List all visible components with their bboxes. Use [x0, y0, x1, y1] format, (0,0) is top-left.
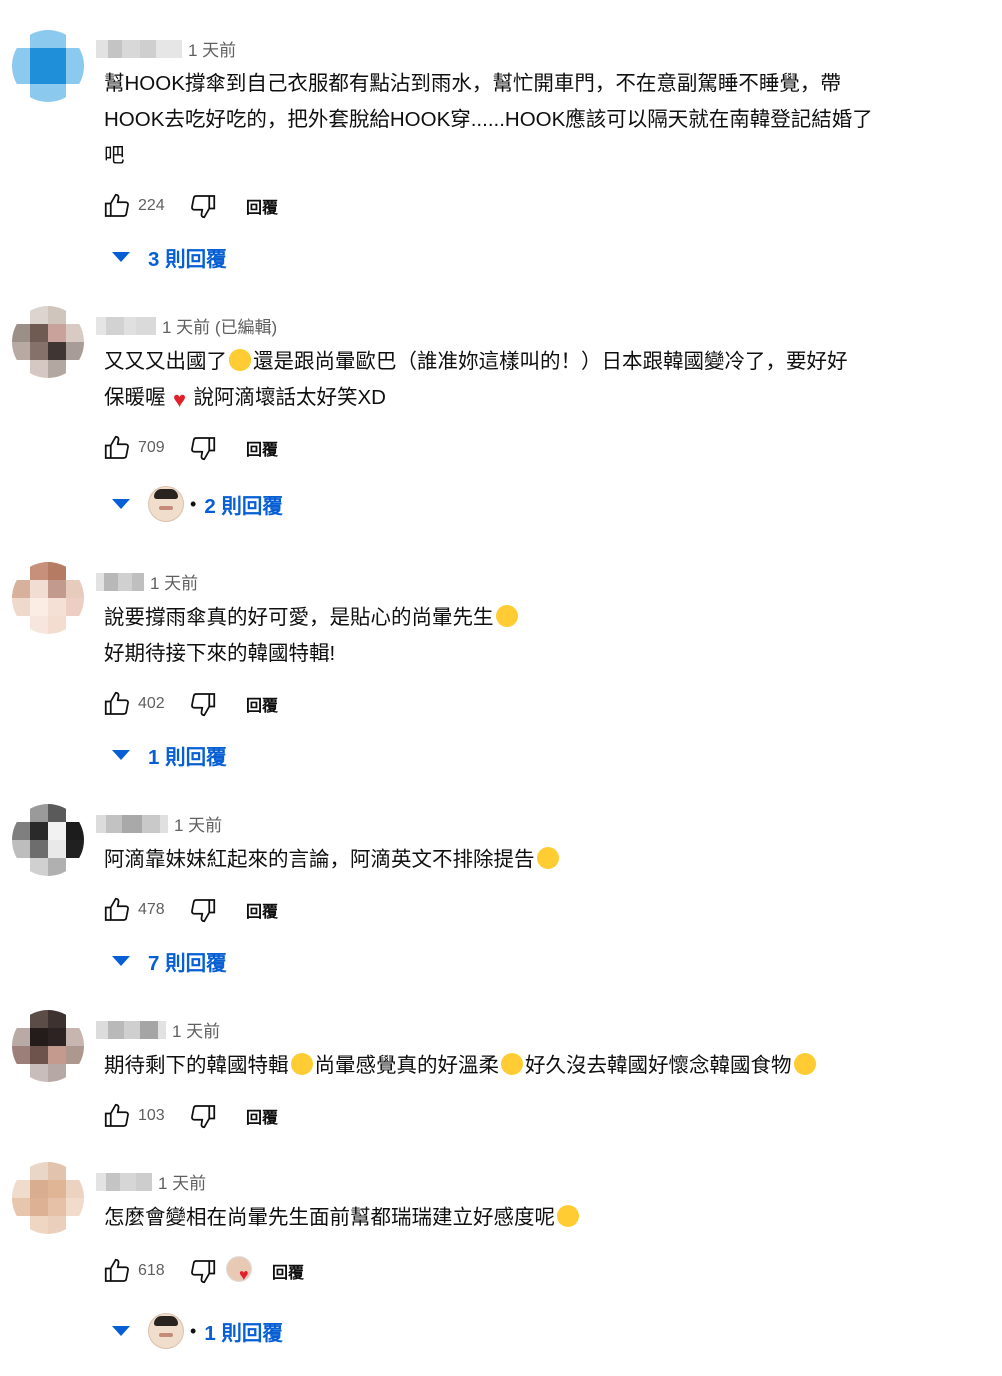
thumbs-down-icon[interactable]: [186, 189, 220, 223]
reply-button[interactable]: 回覆: [246, 898, 278, 922]
replies-count-label: 1 則回覆: [148, 746, 227, 769]
replies-count-label: 1 則回覆: [204, 1322, 283, 1345]
thumbs-up-icon[interactable]: [100, 189, 134, 223]
thumbs-up-icon[interactable]: [100, 893, 134, 927]
author-name[interactable]: [96, 572, 144, 591]
reply-button[interactable]: 回覆: [246, 692, 278, 716]
thumbs-down-icon[interactable]: [186, 1099, 220, 1133]
reply-button[interactable]: 回覆: [246, 1104, 278, 1128]
rofl-emoji: [492, 601, 521, 631]
comment-timestamp[interactable]: 1 天前: [174, 811, 222, 836]
like-count: 478: [138, 901, 165, 918]
caret-down-icon: [112, 252, 130, 262]
comment-timestamp[interactable]: 1 天前: [150, 569, 198, 594]
red-heart-emoji: ♥: [172, 387, 187, 412]
view-replies-button[interactable]: • 2 則回覆: [104, 484, 283, 524]
like-count: 224: [138, 197, 165, 214]
comment-timestamp[interactable]: 1 天前: [172, 1017, 220, 1042]
sad-tear-emoji: [793, 1053, 816, 1075]
author-name[interactable]: [96, 814, 168, 833]
comment-actions: 103 回覆: [100, 1098, 278, 1134]
star-struck-emoji: [290, 1053, 313, 1075]
pleading-face-emoji: [501, 1053, 523, 1075]
comment-actions: 709 回覆: [100, 430, 278, 466]
creator-avatar: [148, 486, 184, 522]
view-replies-button[interactable]: 3 則回覆: [104, 237, 227, 277]
comment-timestamp[interactable]: 1 天前: [158, 1169, 206, 1194]
thumbs-down-icon[interactable]: [186, 687, 220, 721]
replies-count-label: 2 則回覆: [204, 495, 283, 518]
like-count: 709: [138, 439, 165, 456]
avatar[interactable]: [12, 306, 84, 378]
separator-dot: •: [190, 493, 197, 514]
caret-down-icon: [112, 1326, 130, 1336]
caret-down-icon: [112, 499, 130, 509]
comment-text: 幫HOOK撐傘到自己衣服都有點沾到雨水，幫忙開車門，不在意副駕睡不睡覺，帶 HO…: [104, 72, 873, 167]
comment-timestamp[interactable]: 1 天前 (已編輯): [162, 313, 277, 338]
like-count: 402: [138, 695, 165, 712]
view-replies-button[interactable]: • 1 則回覆: [104, 1311, 283, 1351]
comment-text: 阿滴靠妹妹紅起來的言論，阿滴英文不排除提告: [104, 842, 924, 878]
view-replies-button[interactable]: 7 則回覆: [104, 941, 227, 981]
avatar[interactable]: [12, 1010, 84, 1082]
thumbs-up-icon[interactable]: [100, 431, 134, 465]
thumbs-up-icon[interactable]: [100, 687, 134, 721]
comment-text: 又又又出國了 還是跟尚暈歐巴（誰准妳這樣叫的！）日本跟韓國變冷了，要好好 保暖喔 ♥…: [104, 349, 848, 412]
replies-count-label: 7 則回覆: [148, 952, 227, 975]
heart-eyes-emoji: [536, 847, 559, 869]
view-replies-button[interactable]: 1 則回覆: [104, 735, 227, 775]
comment-timestamp[interactable]: 1 天前: [188, 36, 236, 61]
creator-avatar: [148, 1313, 184, 1349]
comment-actions: 402 回覆: [100, 686, 278, 722]
heart-eyes-emoji: [229, 349, 251, 371]
comment-actions: 224 回覆: [100, 188, 278, 224]
heart-eyes-emoji: [557, 1205, 579, 1227]
reply-button[interactable]: 回覆: [272, 1259, 304, 1283]
avatar[interactable]: [12, 562, 84, 634]
avatar[interactable]: [12, 804, 84, 876]
like-count: 103: [138, 1107, 165, 1124]
avatar[interactable]: [12, 1162, 84, 1234]
separator-dot: •: [190, 1320, 197, 1341]
reply-button[interactable]: 回覆: [246, 436, 278, 460]
comment-actions: 478 回覆: [100, 892, 278, 928]
like-count: 618: [138, 1262, 165, 1279]
replies-count-label: 3 則回覆: [148, 248, 227, 271]
comment-text: 期待剩下的韓國特輯 尚暈感覺真的好溫柔 好久沒去韓國好懷念韓國食物: [104, 1048, 924, 1084]
thumbs-down-icon[interactable]: [186, 893, 220, 927]
author-name[interactable]: [96, 1172, 152, 1191]
creator-heart-icon: ♥: [226, 1256, 256, 1286]
author-name[interactable]: [96, 1020, 166, 1039]
comments-section: 1 天前 幫HOOK撐傘到自己衣服都有點沾到雨水，幫忙開車門，不在意副駕睡不睡覺…: [0, 0, 1002, 1376]
thumbs-up-icon[interactable]: [100, 1254, 134, 1288]
thumbs-down-icon[interactable]: [186, 1254, 220, 1288]
comment-text: 怎麼會變相在尚暈先生面前幫都瑞瑞建立好感度呢: [104, 1200, 924, 1236]
reply-button[interactable]: 回覆: [246, 194, 278, 218]
thumbs-down-icon[interactable]: [186, 431, 220, 465]
avatar[interactable]: [12, 30, 84, 102]
author-name[interactable]: [96, 316, 156, 335]
comment-text: 說要撐雨傘真的好可愛，是貼心的尚暈先生 好期待接下來的韓國特輯!: [104, 600, 924, 672]
caret-down-icon: [112, 750, 130, 760]
author-name[interactable]: [96, 39, 182, 58]
thumbs-up-icon[interactable]: [100, 1099, 134, 1133]
caret-down-icon: [112, 956, 130, 966]
comment-actions: 618 ♥ 回覆: [100, 1253, 304, 1289]
